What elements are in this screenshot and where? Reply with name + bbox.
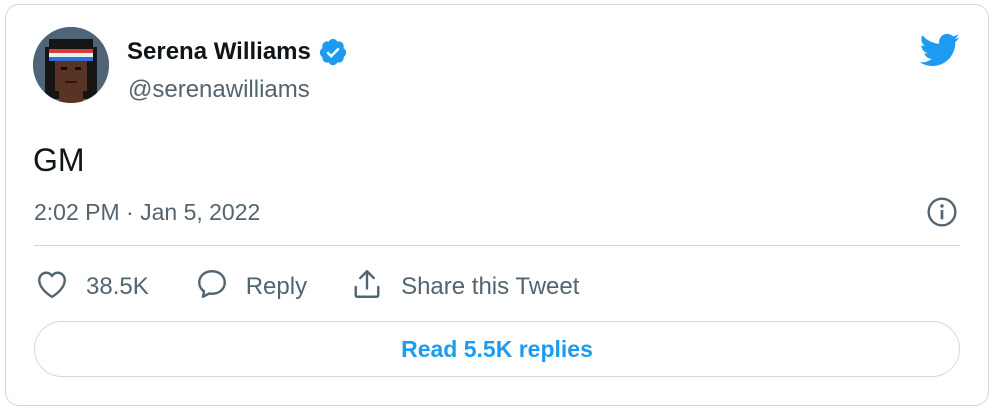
like-button[interactable]: 38.5K — [34, 266, 149, 309]
divider — [34, 245, 960, 246]
share-button[interactable]: Share this Tweet — [349, 266, 579, 309]
tweet-text: GM — [33, 142, 85, 178]
reply-label: Reply — [245, 273, 308, 300]
tweet-timestamp[interactable]: 2:02 PM · Jan 5, 2022 — [34, 197, 260, 227]
share-upload-icon — [349, 266, 385, 309]
verified-badge-icon — [318, 37, 348, 67]
tweet-actions: 38.5K Reply Share this Tweet — [34, 267, 579, 307]
tweet-card[interactable]: Serena Williams @serenawilliams GM 2:02 … — [5, 4, 989, 406]
twitter-bird-icon[interactable] — [918, 32, 960, 68]
share-label: Share this Tweet — [401, 273, 580, 300]
heart-icon — [34, 266, 70, 309]
pixel-art-avatar-image — [33, 27, 109, 103]
avatar[interactable] — [33, 27, 109, 103]
read-replies-button[interactable]: Read 5.5K replies — [34, 321, 960, 377]
author-name[interactable]: Serena Williams — [127, 37, 311, 67]
info-icon[interactable] — [926, 196, 958, 228]
read-replies-label: Read 5.5K replies — [401, 335, 593, 362]
reply-button[interactable]: Reply — [194, 266, 307, 309]
author-name-row[interactable]: Serena Williams — [127, 37, 348, 67]
author-handle[interactable]: @serenawilliams — [128, 75, 310, 105]
speech-bubble-icon — [194, 266, 230, 309]
like-count: 38.5K — [86, 273, 149, 300]
